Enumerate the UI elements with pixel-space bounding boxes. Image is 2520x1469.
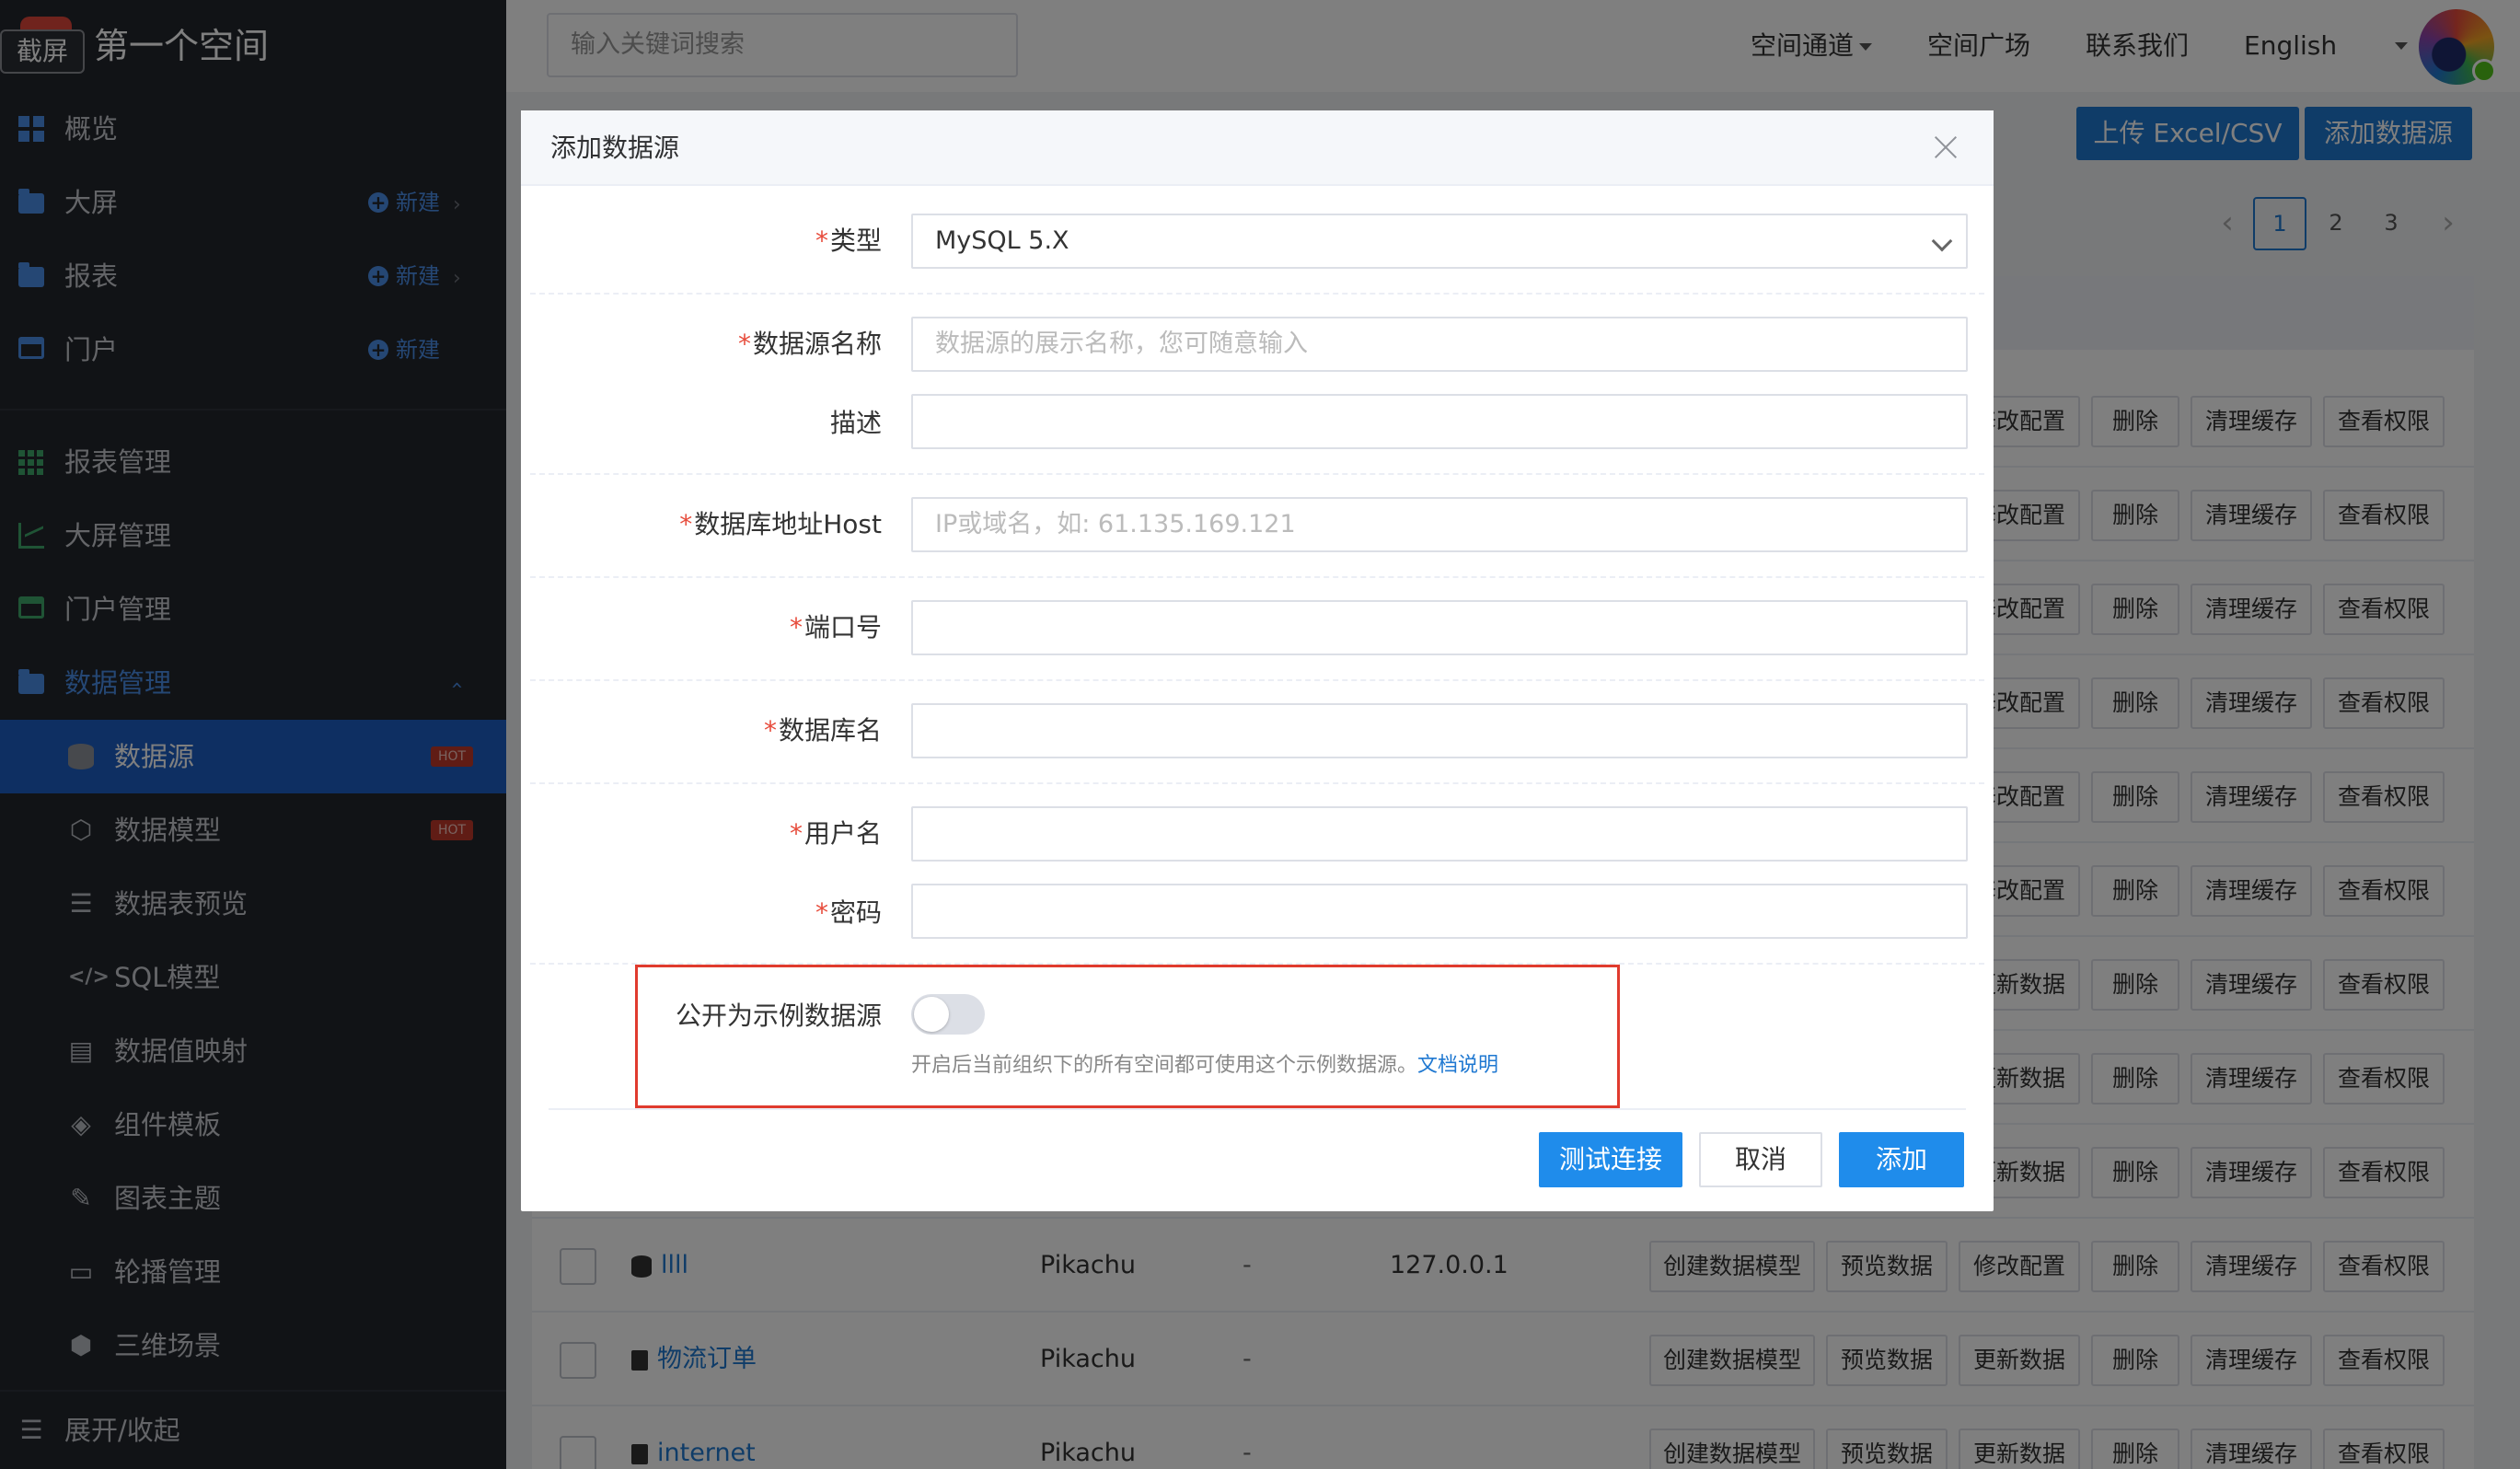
field-separator [530, 473, 1984, 475]
username-input[interactable] [911, 806, 1968, 862]
db-name-input[interactable] [911, 703, 1968, 758]
type-select[interactable]: MySQL 5.X [911, 214, 1968, 269]
password-input[interactable] [911, 884, 1968, 939]
doc-link[interactable]: 文档说明 [1417, 1054, 1498, 1077]
field-separator [530, 293, 1984, 295]
desc-label: 描述 [829, 408, 882, 438]
field-separator [530, 679, 1984, 681]
close-icon[interactable] [1929, 131, 1962, 164]
dialog-title: 添加数据源 [550, 133, 680, 163]
type-label: *类型 [815, 226, 882, 256]
name-label: *数据源名称 [737, 329, 882, 359]
public-toggle-label: 公开为示例数据源 [675, 1001, 882, 1031]
chevron-down-icon [1931, 230, 1953, 252]
public-sample-switch[interactable] [911, 994, 985, 1035]
password-label: *密码 [815, 897, 882, 928]
port-input[interactable] [911, 600, 1968, 655]
field-separator [530, 782, 1984, 784]
add-datasource-dialog: 添加数据源 *类型 MySQL 5.X *数据源名称 数据源的展示名称，您可随意… [521, 110, 1994, 1211]
datasource-name-input[interactable]: 数据源的展示名称，您可随意输入 [911, 317, 1968, 372]
db-name-label: *数据库名 [763, 715, 882, 746]
username-label: *用户名 [789, 818, 882, 849]
port-label: *端口号 [789, 612, 882, 642]
description-input[interactable] [911, 394, 1968, 449]
cancel-button[interactable]: 取消 [1699, 1132, 1822, 1187]
host-label: *数据库地址Host [679, 509, 882, 539]
test-connection-button[interactable]: 测试连接 [1539, 1132, 1682, 1187]
host-input[interactable]: IP或域名，如: 61.135.169.121 [911, 497, 1968, 552]
dialog-header: 添加数据源 [521, 110, 1994, 186]
field-separator [530, 576, 1984, 578]
add-button[interactable]: 添加 [1839, 1132, 1964, 1187]
highlight-box [635, 965, 1620, 1108]
footer-divider [549, 1108, 1966, 1110]
public-toggle-hint: 开启后当前组织下的所有空间都可使用这个示例数据源。文档说明 [911, 1054, 1499, 1077]
